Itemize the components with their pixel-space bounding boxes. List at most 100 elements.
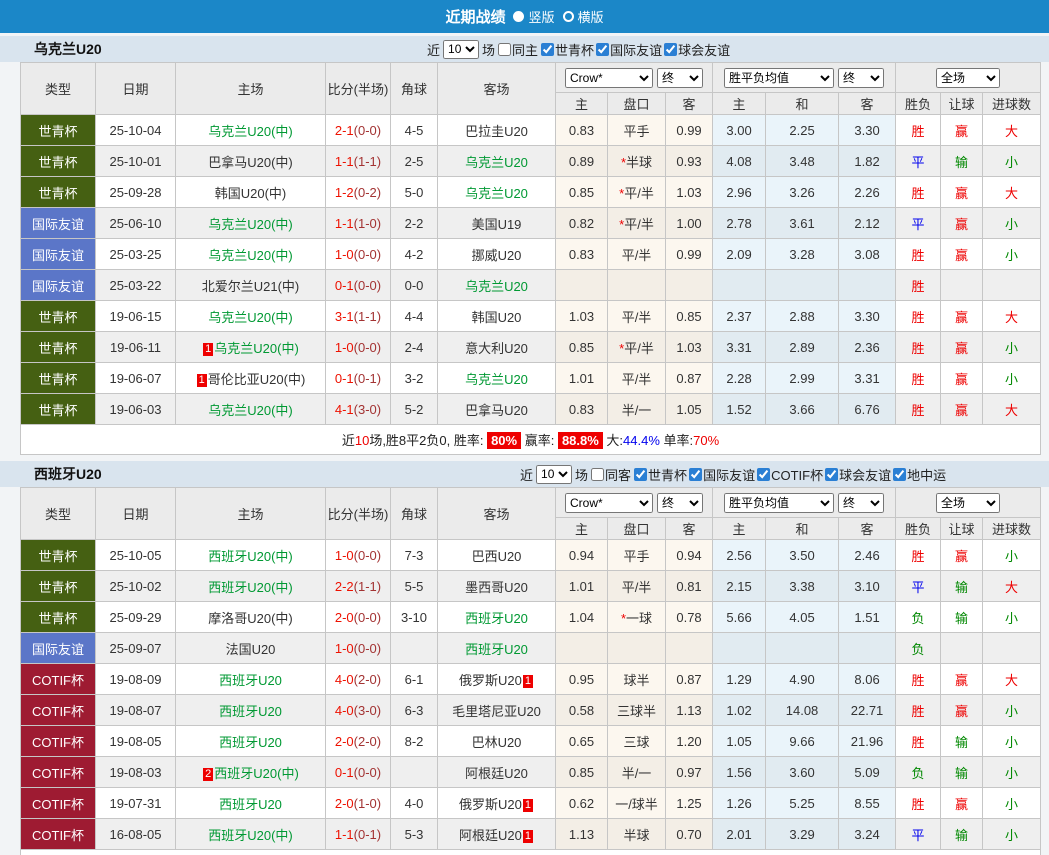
cell-goals-result: 小 xyxy=(983,208,1041,239)
competition-filter[interactable]: 球会友谊 xyxy=(664,40,730,59)
competition-filter[interactable]: COTIF杯 xyxy=(757,465,823,484)
cell-avg-away: 2.46 xyxy=(839,540,896,571)
competition-checkbox[interactable] xyxy=(664,43,677,56)
match-count-select[interactable]: 10 xyxy=(536,465,572,484)
odds-stage-select[interactable]: 终 xyxy=(657,68,703,88)
col-odds-home: 主 xyxy=(556,518,608,540)
avg-stage-select[interactable]: 终 xyxy=(838,68,884,88)
layout-option-vertical[interactable]: 竖版 xyxy=(513,7,554,26)
cell-result: 平 xyxy=(896,146,941,177)
horizontal-radio-icon[interactable] xyxy=(563,11,574,22)
cell-avg-away: 3.30 xyxy=(839,301,896,332)
halftime-score: (2-0) xyxy=(354,734,381,749)
odds-company-select[interactable]: Crow* xyxy=(565,68,653,88)
cell-avg-away: 3.24 xyxy=(839,819,896,850)
vertical-radio-icon[interactable] xyxy=(513,11,524,22)
cell-odds-away: 0.99 xyxy=(666,239,713,270)
line-text: 一/球半 xyxy=(615,797,658,812)
competition-checkbox[interactable] xyxy=(893,468,906,481)
match-row: COTIF杯 19-08-03 2西班牙U20(中) 0-1(0-0) 阿根廷U… xyxy=(21,757,1041,788)
cell-date: 25-10-01 xyxy=(96,146,176,177)
cell-handicap-result xyxy=(941,633,983,664)
cell-goals-result: 小 xyxy=(983,757,1041,788)
cell-result: 胜 xyxy=(896,115,941,146)
cell-result: 胜 xyxy=(896,695,941,726)
cell-competition: 世青杯 xyxy=(21,301,96,332)
match-count-select[interactable]: 10 xyxy=(443,40,479,59)
home-red-card: 1 xyxy=(197,374,207,387)
line-text: 半/一 xyxy=(622,403,652,418)
competition-filter[interactable]: 世青杯 xyxy=(541,40,594,59)
competition-checkbox[interactable] xyxy=(634,468,647,481)
col-corner: 角球 xyxy=(391,488,438,540)
cell-competition: COTIF杯 xyxy=(21,757,96,788)
cell-goals-result: 小 xyxy=(983,332,1041,363)
cell-avg-draw: 2.89 xyxy=(766,332,839,363)
filter-controls: 近 10 场 同主 世青杯国际友谊球会友谊 xyxy=(427,40,730,59)
odds-company-select[interactable]: Crow* xyxy=(565,493,653,513)
cell-avg-home: 3.00 xyxy=(713,115,766,146)
col-odds-line: 盘口 xyxy=(608,93,666,115)
home-team-name: 韩国U20(中) xyxy=(215,186,287,201)
same-venue-checkbox[interactable] xyxy=(591,468,604,481)
home-team-name: 西班牙U20(中) xyxy=(214,766,299,781)
cell-avg-home: 1.26 xyxy=(713,788,766,819)
line-text: 平/半 xyxy=(622,310,652,325)
col-avg-away: 客 xyxy=(839,518,896,540)
cell-odds-away: 1.03 xyxy=(666,177,713,208)
cell-avg-away: 2.26 xyxy=(839,177,896,208)
same-venue-filter[interactable]: 同主 xyxy=(498,40,538,59)
line-text: 平手 xyxy=(623,549,649,564)
cell-odds-away: 0.93 xyxy=(666,146,713,177)
match-table: 类型 日期 主场 比分(半场) 角球 客场 Crow*终 胜平负均值终 全场 主… xyxy=(20,62,1041,455)
cell-odds-away: 0.70 xyxy=(666,819,713,850)
competition-filter[interactable]: 国际友谊 xyxy=(689,465,755,484)
cell-away-team: 毛里塔尼亚U20 xyxy=(438,695,556,726)
same-venue-label: 同客 xyxy=(605,465,631,484)
cell-corners: 8-2 xyxy=(391,726,438,757)
cell-odds-home: 0.85 xyxy=(556,177,608,208)
odds-stage-select[interactable]: 终 xyxy=(657,493,703,513)
competition-checkbox[interactable] xyxy=(596,43,609,56)
competition-checkbox[interactable] xyxy=(757,468,770,481)
cell-home-team: 1哥伦比亚U20(中) xyxy=(176,363,326,394)
cell-odds-home xyxy=(556,633,608,664)
cell-avg-home: 2.96 xyxy=(713,177,766,208)
cell-handicap-result: 赢 xyxy=(941,239,983,270)
summary-row-container: 近10场,胜8平2负0, 胜率: 80% 赢率: 88.8% 大:44.4% 单… xyxy=(21,425,1041,455)
competition-filter[interactable]: 地中运 xyxy=(893,465,946,484)
cell-odds-home: 0.82 xyxy=(556,208,608,239)
scope-select[interactable]: 全场 xyxy=(936,493,1000,513)
match-table: 类型 日期 主场 比分(半场) 角球 客场 Crow*终 胜平负均值终 全场 主… xyxy=(20,487,1041,855)
match-row: COTIF杯 19-07-31 西班牙U20 2-0(1-0) 4-0 俄罗斯U… xyxy=(21,788,1041,819)
competition-filter[interactable]: 国际友谊 xyxy=(596,40,662,59)
avg-group-header: 胜平负均值终 xyxy=(713,488,896,518)
home-team-name: 法国U20 xyxy=(226,642,276,657)
scope-select[interactable]: 全场 xyxy=(936,68,1000,88)
same-venue-filter[interactable]: 同客 xyxy=(591,465,631,484)
avg-stage-select[interactable]: 终 xyxy=(838,493,884,513)
cell-date: 19-06-15 xyxy=(96,301,176,332)
avg-odds-select[interactable]: 胜平负均值 xyxy=(724,493,834,513)
layout-option-horizontal[interactable]: 横版 xyxy=(563,7,604,26)
match-row: 世青杯 25-10-05 西班牙U20(中) 1-0(0-0) 7-3 巴西U2… xyxy=(21,540,1041,571)
cell-result: 胜 xyxy=(896,332,941,363)
cell-competition: 世青杯 xyxy=(21,332,96,363)
competition-checkbox[interactable] xyxy=(541,43,554,56)
competition-filters: 世青杯国际友谊COTIF杯球会友谊地中运 xyxy=(634,465,946,484)
competition-checkbox[interactable] xyxy=(689,468,702,481)
scope-group-header: 全场 xyxy=(896,488,1041,518)
competition-filter[interactable]: 世青杯 xyxy=(634,465,687,484)
cell-date: 19-06-03 xyxy=(96,394,176,425)
home-team-name: 巴拿马U20(中) xyxy=(208,155,293,170)
away-team-name: 阿根廷U20 xyxy=(459,828,522,843)
cell-avg-away: 5.09 xyxy=(839,757,896,788)
avg-odds-select[interactable]: 胜平负均值 xyxy=(724,68,834,88)
away-team-name: 巴林U20 xyxy=(472,735,522,750)
competition-checkbox[interactable] xyxy=(825,468,838,481)
cell-handicap-result: 赢 xyxy=(941,788,983,819)
line-text: 平/半 xyxy=(622,580,652,595)
same-venue-checkbox[interactable] xyxy=(498,43,511,56)
cell-score: 1-2(0-2) xyxy=(326,177,391,208)
competition-filter[interactable]: 球会友谊 xyxy=(825,465,891,484)
